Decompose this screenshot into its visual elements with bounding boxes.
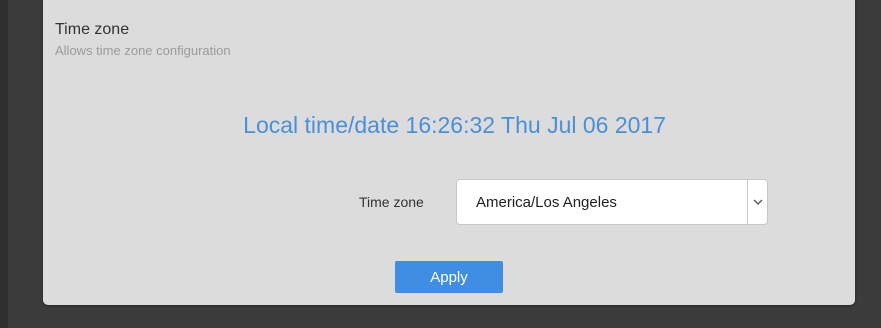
timezone-label: Time zone — [359, 194, 424, 210]
left-edge-strip — [0, 0, 8, 328]
timezone-settings-panel: Time zone Allows time zone configuration… — [43, 0, 855, 305]
apply-button[interactable]: Apply — [395, 261, 503, 293]
chevron-down-icon[interactable] — [747, 180, 767, 224]
timezone-selected-value: America/Los Angeles — [476, 194, 617, 211]
timezone-select[interactable]: America/Los Angeles — [456, 179, 768, 225]
section-title: Time zone — [55, 21, 130, 38]
section-subtitle: Allows time zone configuration — [55, 43, 231, 58]
local-time-display: Local time/date 16:26:32 Thu Jul 06 2017 — [243, 112, 666, 138]
